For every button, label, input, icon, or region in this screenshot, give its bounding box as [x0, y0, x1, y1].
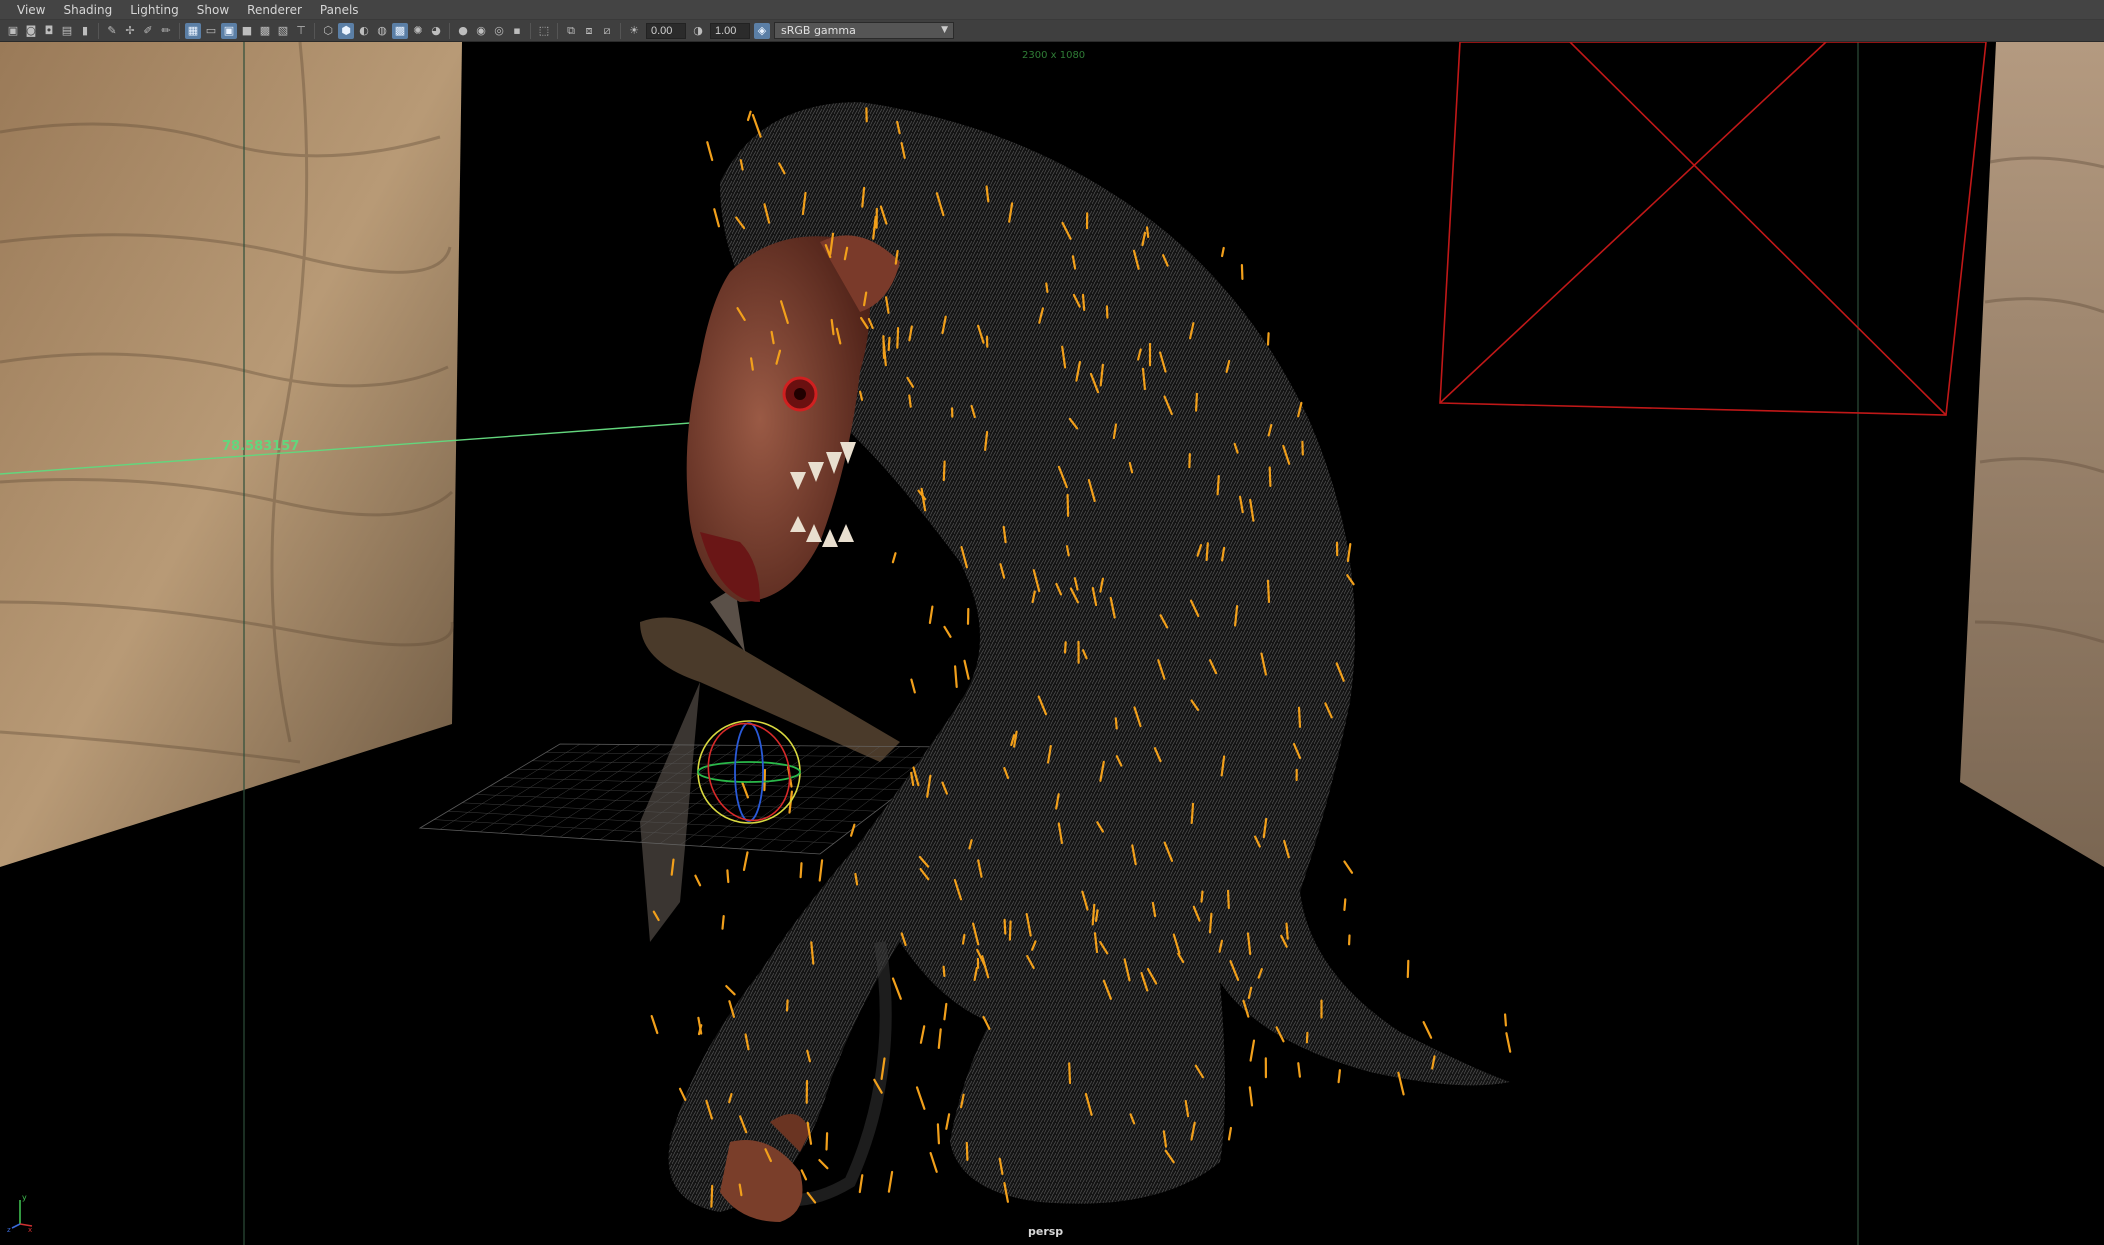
hud-icon[interactable]: ▪	[509, 23, 525, 39]
toolbar-separator	[620, 22, 621, 39]
motion-blur-icon[interactable]: ●	[455, 23, 471, 39]
use-all-lights-icon[interactable]: ✺	[410, 23, 426, 39]
menu-lighting[interactable]: Lighting	[121, 0, 188, 20]
view-axis-icon: y x z	[7, 1193, 32, 1232]
brush-icon[interactable]: ✏	[158, 23, 174, 39]
smooth-shade-icon[interactable]: ⬢	[338, 22, 354, 39]
image-plane-icon[interactable]: ▤	[59, 23, 75, 39]
camera-attributes-icon[interactable]: ◙	[23, 23, 39, 39]
toolbar-separator	[98, 22, 99, 39]
textured-icon[interactable]: ▩	[392, 22, 408, 39]
bookmark-icon[interactable]: ◘	[41, 23, 57, 39]
rotate-manipulator	[697, 720, 801, 824]
film-gate-icon[interactable]: ▭	[203, 23, 219, 39]
xray-joints-icon[interactable]: ⧈	[581, 23, 597, 39]
axis-label-x: x	[28, 1226, 32, 1232]
exposure-field[interactable]	[646, 22, 686, 39]
xray-icon[interactable]: ⧉	[563, 23, 579, 39]
creature	[668, 102, 1510, 1222]
toolbar-separator	[557, 22, 558, 39]
left-wall	[0, 42, 462, 867]
chevron-down-icon: ▼	[941, 25, 948, 35]
menu-shading[interactable]: Shading	[54, 0, 121, 20]
shadows-icon[interactable]: ◍	[374, 23, 390, 39]
2d-pan-zoom-icon[interactable]: ▮	[77, 23, 93, 39]
viewport-persp[interactable]: 2300 x 1080 78.583157 persp y x z	[0, 42, 2104, 1245]
select-camera-icon[interactable]: ▣	[5, 23, 21, 39]
axis-label-z: z	[7, 1226, 11, 1232]
camera-frustum	[1439, 42, 1987, 416]
right-wall	[1960, 42, 2104, 867]
camera-name-label: persp	[1028, 1225, 1064, 1238]
gamma-icon[interactable]: ◑	[690, 23, 706, 39]
menu-view[interactable]: View	[8, 0, 54, 20]
backface-culling-icon[interactable]: ⧄	[599, 23, 615, 39]
isolate-select-icon[interactable]: ⬚	[536, 23, 552, 39]
toolbar-separator	[530, 22, 531, 39]
grid-icon[interactable]: ▦	[185, 22, 201, 39]
default-lighting-icon[interactable]: ◐	[356, 23, 372, 39]
anti-aliasing-icon[interactable]: ◉	[473, 23, 489, 39]
view-transform-value: sRGB gamma	[781, 24, 856, 37]
gate-mask-icon[interactable]: ■	[239, 23, 255, 39]
toolbar-separator	[449, 22, 450, 39]
move-tool-icon[interactable]: ✢	[122, 23, 138, 39]
distance-measure-value: 78.583157	[222, 439, 300, 454]
toolbar-separator	[314, 22, 315, 39]
resolution-gate-icon[interactable]: ▣	[221, 22, 237, 39]
resolution-readout: 2300 x 1080	[1022, 50, 1086, 61]
scene-render	[0, 42, 2104, 1245]
panel-toolbar: ▣ ◙ ◘ ▤ ▮ ✎ ✢ ✐ ✏ ▦ ▭ ▣ ■ ▩ ▧ ⊤ ⬡ ⬢ ◐ ◍ …	[0, 20, 2104, 42]
menu-panels[interactable]: Panels	[311, 0, 368, 20]
sketch-tool-icon[interactable]: ✐	[140, 23, 156, 39]
grease-pencil-icon[interactable]: ✎	[104, 23, 120, 39]
safe-action-icon[interactable]: ▧	[275, 23, 291, 39]
depth-of-field-icon[interactable]: ◎	[491, 23, 507, 39]
panel-menubar: View Shading Lighting Show Renderer Pane…	[0, 0, 2104, 20]
color-management-icon[interactable]: ◈	[754, 22, 770, 39]
ambient-occlusion-icon[interactable]: ◕	[428, 23, 444, 39]
axis-label-y: y	[22, 1193, 27, 1202]
view-transform-dropdown[interactable]: sRGB gamma ▼	[774, 22, 954, 39]
safe-title-icon[interactable]: ⊤	[293, 23, 309, 39]
field-chart-icon[interactable]: ▩	[257, 23, 273, 39]
menu-renderer[interactable]: Renderer	[238, 0, 311, 20]
toolbar-separator	[179, 22, 180, 39]
gamma-field[interactable]	[710, 22, 750, 39]
menu-show[interactable]: Show	[188, 0, 238, 20]
wireframe-icon[interactable]: ⬡	[320, 23, 336, 39]
exposure-icon[interactable]: ☀	[626, 23, 642, 39]
